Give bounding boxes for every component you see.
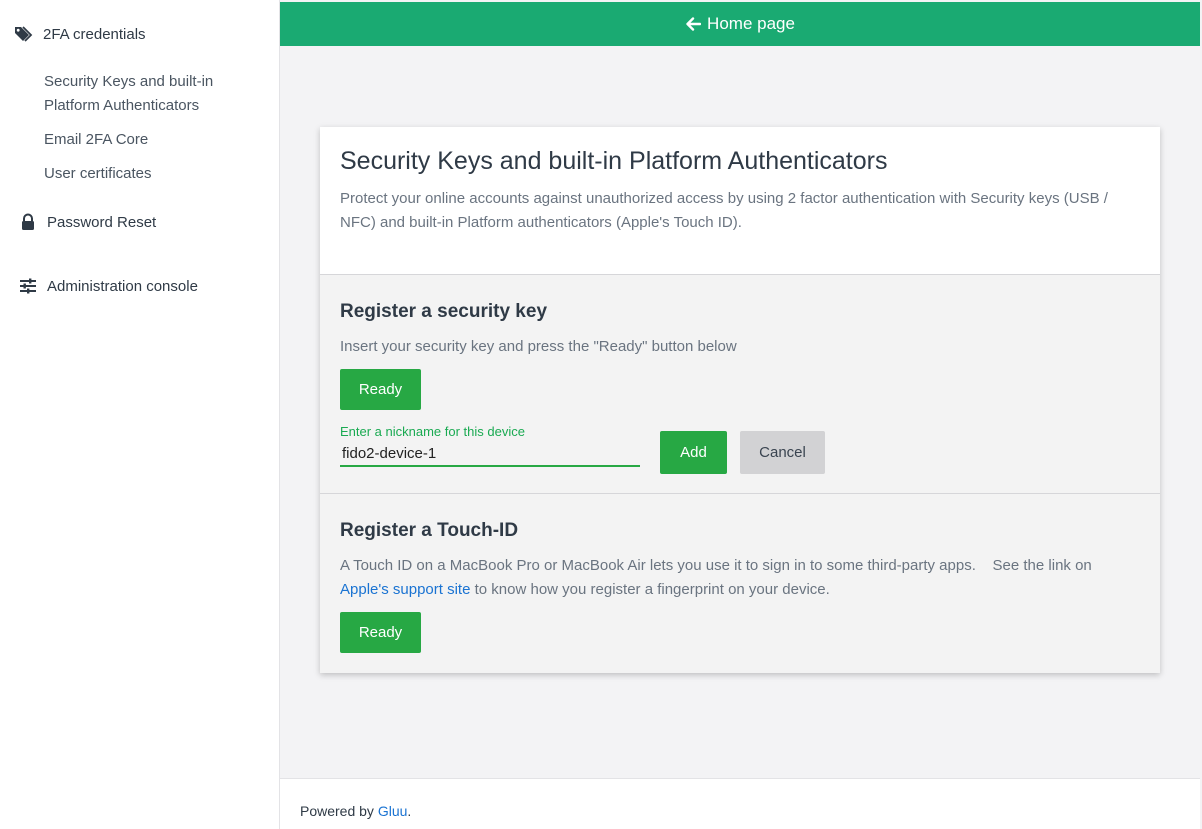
lock-icon [18,212,38,232]
security-key-instructions: Insert your security key and press the "… [340,338,737,355]
sidebar-item-label: Password Reset [47,213,157,231]
register-touch-id-section: Register a Touch-ID A Touch ID on a MacB… [320,494,1160,673]
touch-id-title: Register a Touch-ID [340,520,519,541]
nickname-input[interactable] [340,441,640,467]
footer-suffix: . [407,803,412,819]
gluu-link[interactable]: Gluu [378,803,408,819]
arrow-left-icon [685,16,702,32]
sidebar-item-security-keys[interactable]: Security Keys and built-in Platform Auth… [44,70,213,118]
footer: Powered by Gluu. [280,778,1200,829]
home-page-label: Home page [707,14,795,33]
cancel-button[interactable]: Cancel [740,431,825,474]
card-header: Security Keys and built-in Platform Auth… [320,127,1160,275]
tags-icon [14,24,34,44]
security-key-title: Register a security key [340,301,548,322]
sidebar-heading-label: 2FA credentials [43,25,146,43]
sidebar-item-label: Platform Authenticators [44,97,200,114]
touch-id-description: A Touch ID on a MacBook Pro or MacBook A… [340,554,1140,602]
sliders-icon [18,276,38,296]
touch-id-text-after: to know how you register a fingerprint o… [474,581,830,598]
nickname-field-label: Enter a nickname for this device [340,424,525,439]
footer-prefix: Powered by [300,803,374,819]
sidebar-item-administration-console[interactable]: Administration console [18,276,198,296]
sidebar: 2FA credentials Security Keys and built-… [0,0,280,829]
register-security-key-section: Register a security key Insert your secu… [320,275,1160,494]
sidebar-item-user-certificates[interactable]: User certificates [44,162,152,186]
page-description: Protect your online accounts against una… [340,190,1108,231]
apple-support-link[interactable]: Apple's support site [340,581,470,598]
touch-id-ready-button[interactable]: Ready [340,612,421,653]
add-button[interactable]: Add [660,431,727,474]
sidebar-item-password-reset[interactable]: Password Reset [18,212,156,232]
home-page-link[interactable]: Home page [280,2,1200,46]
sidebar-heading-2fa-credentials[interactable]: 2FA credentials [14,22,146,46]
page-title: Security Keys and built-in Platform Auth… [340,147,888,175]
sidebar-item-email-2fa-core[interactable]: Email 2FA Core [44,128,148,152]
sidebar-item-label: Security Keys and built-in [44,73,214,90]
sidebar-item-label: Administration console [47,277,198,295]
security-keys-card: Security Keys and built-in Platform Auth… [320,127,1160,673]
security-key-ready-button[interactable]: Ready [340,369,421,410]
footer-text: Powered by Gluu. [300,803,411,819]
touch-id-text-before: A Touch ID on a MacBook Pro or MacBook A… [340,557,1092,574]
